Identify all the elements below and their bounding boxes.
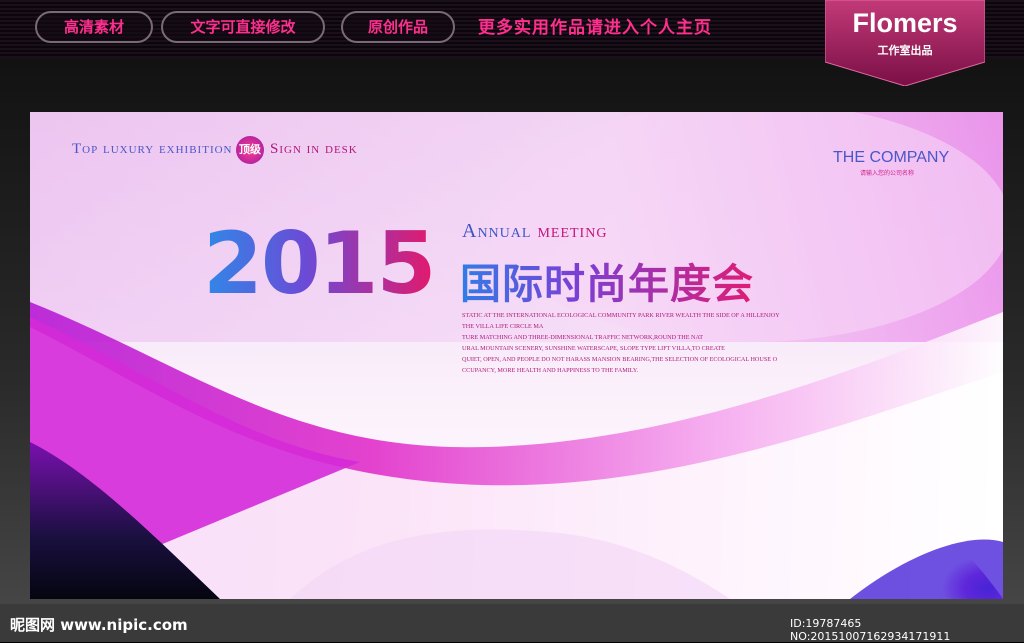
poster-board: Top luxury exhibition 顶级 Sign in desk TH… xyxy=(30,112,1003,599)
meeting-word: meeting xyxy=(537,220,608,242)
studio-sub: 工作室出品 xyxy=(877,44,933,57)
studio-badge[interactable]: Flomers 工作室出品 xyxy=(824,0,986,87)
company-name: THE COMPANY xyxy=(833,149,950,166)
body-paragraph: STATIC AT THE INTERNATIONAL ECOLOGICAL C… xyxy=(462,310,882,376)
pill-editable-text[interactable]: 文字可直接修改 xyxy=(161,11,325,43)
body-line: URAL MOUNTAIN SCENERY, SUNSHINE WATERSCA… xyxy=(462,345,725,352)
year-title: 2015 xyxy=(203,214,436,314)
body-line: QUIET, OPEN, AND PEOPLE DO NOT HARASS MA… xyxy=(462,356,778,363)
annual-word: Annual xyxy=(462,220,532,242)
tagline-left: Top luxury exhibition xyxy=(72,141,233,158)
tagline-badge: 顶级 xyxy=(236,136,264,164)
annual-meeting: Annual meeting xyxy=(462,220,607,243)
watermark-site[interactable]: 昵图网 www.nipic.com xyxy=(10,614,188,635)
body-line: TURE MATCHING AND THREE-DIMENSIONAL TRAF… xyxy=(462,334,704,341)
pill-hd-material[interactable]: 高清素材 xyxy=(35,11,153,43)
year-text: 2015 xyxy=(203,214,436,314)
body-line: CCUPANCY, MORE HEALTH AND HAPPINESS TO T… xyxy=(462,367,639,374)
watermark-id: ID:19787465 NO:20151007162934171911 xyxy=(790,617,951,643)
studio-name: Flomers xyxy=(852,8,958,38)
tagline-left-text: Top luxury exhibition xyxy=(72,141,233,157)
title-chinese: 国际时尚年度会 xyxy=(460,250,754,310)
tagline-right: Sign in desk xyxy=(270,141,358,157)
body-line: STATIC AT THE INTERNATIONAL ECOLOGICAL C… xyxy=(462,312,780,319)
company-sub: 请输入您的公司名称 xyxy=(860,170,915,177)
body-line: THE VILLA LIFE CIRCLE MA xyxy=(462,323,544,330)
promo-text[interactable]: 更多实用作品请进入个人主页 xyxy=(478,13,712,38)
pill-original-work[interactable]: 原创作品 xyxy=(341,11,455,43)
